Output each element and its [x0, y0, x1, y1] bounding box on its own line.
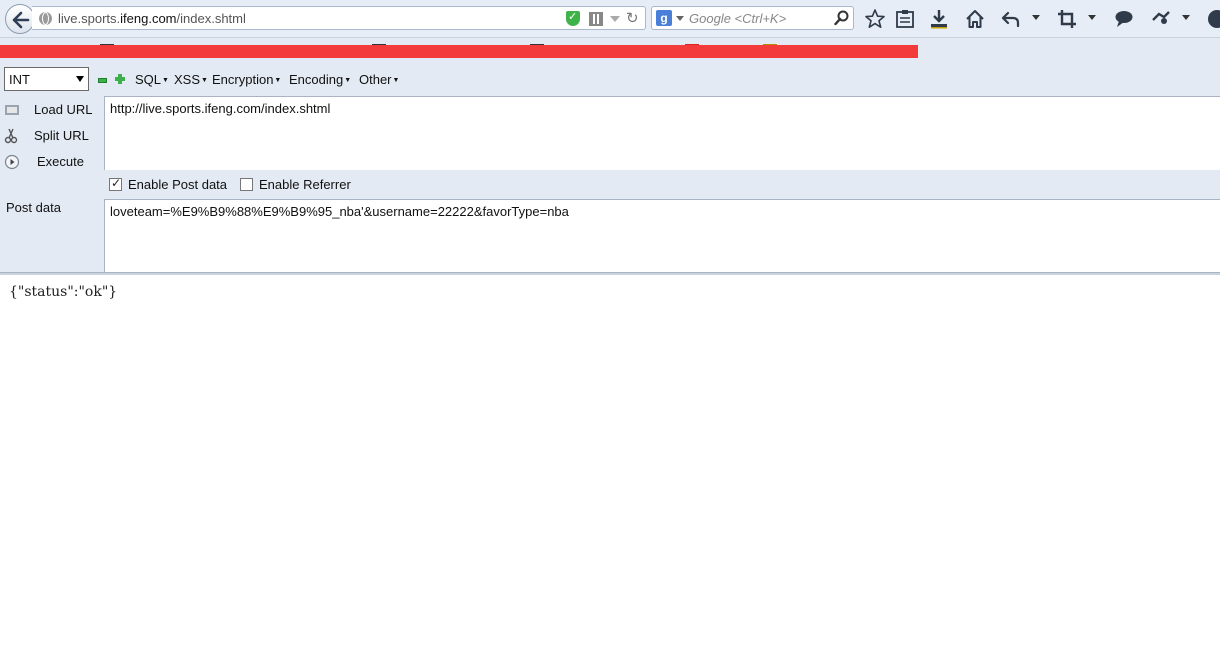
post-data-label: Post data — [6, 200, 61, 215]
undo-dropdown-icon[interactable] — [1032, 15, 1040, 20]
chat-bubble-icon[interactable] — [1113, 8, 1135, 30]
download-icon[interactable] — [928, 8, 950, 30]
search-icon[interactable] — [834, 10, 850, 26]
response-body: {"status":"ok"} — [9, 284, 118, 300]
post-data-textarea[interactable]: loveteam=%E9%B9%88%E9%B9%95_nba'&usernam… — [104, 199, 1220, 272]
redaction-bar — [0, 45, 918, 58]
crop-dropdown-icon[interactable] — [1088, 15, 1096, 20]
load-url-icon — [5, 105, 19, 115]
search-placeholder: Google <Ctrl+K> — [689, 11, 787, 26]
navigation-toolbar: live.sports.ifeng.com/index.shtml ↻ g Go… — [0, 0, 1220, 38]
address-bar[interactable]: live.sports.ifeng.com/index.shtml ↻ — [32, 6, 646, 30]
play-icon — [4, 154, 20, 170]
enable-post-data-checkbox[interactable] — [109, 176, 122, 191]
home-icon[interactable] — [964, 8, 986, 30]
hackbar-toolbar: INT SQL▼ XSS▼ Encryption▼ Encoding▼ Othe… — [0, 64, 1220, 96]
encoding-type-select[interactable]: INT — [4, 67, 89, 91]
enable-referrer-label[interactable]: Enable Referrer — [259, 177, 351, 192]
bookmarks-menu-icon[interactable] — [894, 8, 916, 30]
address-text[interactable]: live.sports.ifeng.com/index.shtml — [58, 11, 246, 26]
search-bar[interactable]: g Google <Ctrl+K> — [651, 6, 854, 30]
menu-encryption[interactable]: Encryption▼ — [212, 72, 281, 87]
enable-post-data-label[interactable]: Enable Post data — [128, 177, 227, 192]
extension-dropdown-icon[interactable] — [1182, 15, 1190, 20]
search-engine-dropdown-icon[interactable] — [676, 16, 684, 21]
menu-other[interactable]: Other▼ — [359, 72, 399, 87]
panel-divider[interactable] — [0, 272, 1220, 275]
overflow-menu-icon[interactable] — [1206, 8, 1220, 30]
enable-referrer-checkbox[interactable] — [240, 178, 253, 191]
scissors-icon — [4, 128, 18, 144]
chevron-down-icon — [76, 76, 84, 82]
selected-option: INT — [9, 72, 30, 87]
history-dropdown-icon[interactable] — [610, 16, 620, 22]
split-url-button[interactable]: Split URL — [0, 124, 104, 148]
crop-icon[interactable] — [1056, 8, 1078, 30]
menu-encoding[interactable]: Encoding▼ — [289, 72, 351, 87]
extension-icon[interactable] — [1150, 8, 1172, 30]
hackbar-sidebar: Load URL Split URL Execute — [0, 96, 104, 272]
load-url-button[interactable]: Load URL — [0, 98, 104, 122]
menu-sql[interactable]: SQL▼ — [135, 72, 169, 87]
shield-icon[interactable] — [566, 10, 580, 26]
execute-button[interactable]: Execute — [0, 150, 104, 174]
back-arrow-icon — [12, 11, 30, 29]
qr-code-icon[interactable] — [589, 12, 603, 26]
menu-xss[interactable]: XSS▼ — [174, 72, 208, 87]
minus-icon[interactable] — [98, 78, 107, 83]
bookmark-star-icon[interactable] — [864, 8, 886, 30]
undo-icon[interactable] — [1000, 8, 1022, 30]
plus-icon[interactable] — [115, 74, 125, 84]
url-textarea[interactable]: http://live.sports.ifeng.com/index.shtml — [104, 96, 1220, 170]
reload-icon[interactable]: ↻ — [626, 9, 639, 27]
globe-icon — [39, 12, 52, 25]
search-engine-icon[interactable]: g — [656, 10, 672, 26]
back-button[interactable] — [5, 4, 35, 34]
